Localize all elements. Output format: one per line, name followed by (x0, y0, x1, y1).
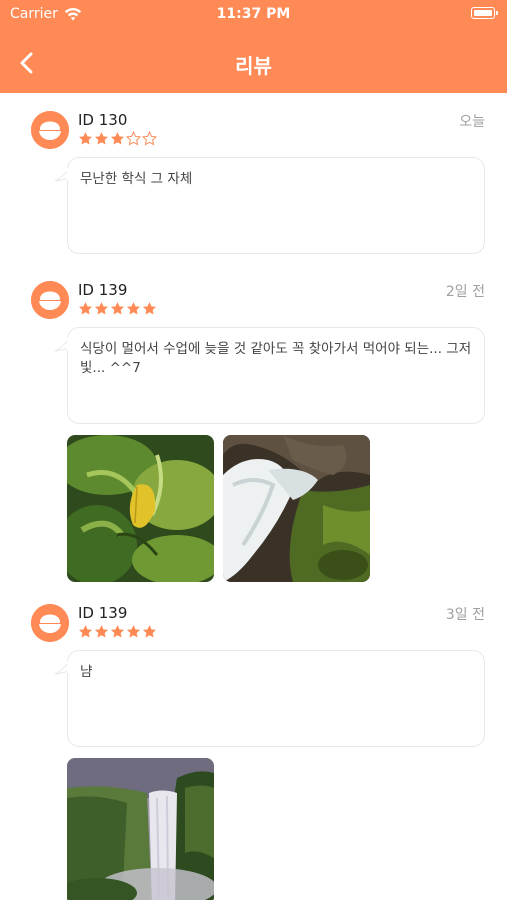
status-bar: Carrier 11:37 PM (0, 0, 507, 30)
review-photo-waterfall-rocks[interactable] (223, 435, 370, 582)
review-bubble: 식당이 멀어서 수업에 늦을 것 같아도 꼭 찾아가서 먹어야 되는... 그저… (54, 327, 485, 424)
star-filled-icon (126, 301, 141, 316)
star-filled-icon (94, 131, 109, 146)
review-rating (78, 131, 157, 146)
star-filled-icon (142, 301, 157, 316)
review-photo-waterfall-cliff[interactable] (67, 758, 214, 900)
battery-icon (471, 7, 498, 19)
star-filled-icon (78, 301, 93, 316)
star-filled-icon (78, 131, 93, 146)
page-title: 리뷰 (235, 54, 272, 78)
star-empty-icon (142, 131, 157, 146)
review-date: 3일 전 (445, 607, 485, 623)
rice-bowl-avatar-icon (31, 111, 69, 149)
star-filled-icon (78, 624, 93, 639)
nav-bar: 리뷰 (0, 38, 507, 88)
review-user-id: ID 139 (78, 604, 128, 622)
star-filled-icon (94, 301, 109, 316)
leaf-photo-icon (67, 435, 214, 582)
bubble-tail (54, 338, 70, 352)
review-user-id: ID 130 (78, 111, 128, 129)
review-text: 무난한 학식 그 자체 (80, 171, 193, 187)
star-filled-icon (126, 624, 141, 639)
review-date: 오늘 (459, 114, 485, 130)
review-bubble: 냠 (54, 650, 485, 747)
star-empty-icon (126, 131, 141, 146)
review-rating (78, 624, 157, 639)
review-photo-leaf[interactable] (67, 435, 214, 582)
star-filled-icon (94, 624, 109, 639)
star-filled-icon (110, 131, 125, 146)
review-date: 2일 전 (445, 284, 485, 300)
app-header: Carrier 11:37 PM 리뷰 (0, 0, 507, 93)
review-text: 냠 (80, 664, 93, 680)
review-user-id: ID 139 (78, 281, 128, 299)
status-time: 11:37 PM (216, 6, 291, 22)
star-filled-icon (142, 624, 157, 639)
review-rating (78, 301, 157, 316)
star-filled-icon (110, 301, 125, 316)
star-filled-icon (110, 624, 125, 639)
rice-bowl-avatar-icon (31, 604, 69, 642)
review-bubble: 무난한 학식 그 자체 (54, 157, 485, 254)
review-text: 식당이 멀어서 수업에 늦을 것 같아도 꼭 찾아가서 먹어야 되는... 그저… (80, 341, 472, 376)
waterfall-photo-icon (223, 435, 370, 582)
rice-bowl-avatar-icon (31, 281, 69, 319)
bubble-tail (54, 661, 70, 675)
waterfall-cliff-photo-icon (67, 758, 214, 900)
bubble-tail (54, 168, 70, 182)
